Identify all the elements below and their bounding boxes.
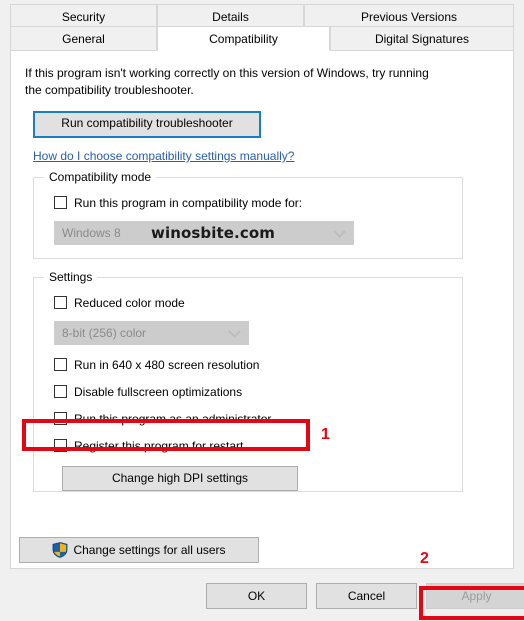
run-640x480-row[interactable]: Run in 640 x 480 screen resolution bbox=[54, 354, 450, 375]
tab-row-lower: General Compatibility Digital Signatures bbox=[10, 26, 514, 51]
tab-compatibility[interactable]: Compatibility bbox=[157, 26, 330, 51]
tab-strip: Security Details Previous Versions Gener… bbox=[0, 0, 524, 51]
site-watermark: winosbite.com bbox=[151, 224, 275, 242]
properties-dialog: Security Details Previous Versions Gener… bbox=[0, 0, 524, 621]
run-in-compatibility-mode-row[interactable]: Run this program in compatibility mode f… bbox=[54, 192, 450, 213]
run-as-administrator-checkbox[interactable] bbox=[54, 412, 67, 425]
uac-shield-icon bbox=[53, 542, 68, 558]
run-in-compatibility-mode-label: Run this program in compatibility mode f… bbox=[74, 195, 303, 210]
chevron-down-icon bbox=[228, 325, 241, 338]
chevron-down-icon bbox=[333, 225, 346, 238]
compatibility-os-value: Windows 8 bbox=[62, 226, 121, 240]
dialog-button-bar: OK Cancel Apply bbox=[0, 569, 524, 621]
register-for-restart-label: Register this program for restart bbox=[74, 438, 244, 453]
reduced-color-mode-row[interactable]: Reduced color mode bbox=[54, 292, 450, 313]
compatibility-settings-help-link[interactable]: How do I choose compatibility settings m… bbox=[33, 149, 294, 163]
run-in-compatibility-mode-checkbox[interactable] bbox=[54, 196, 67, 209]
settings-legend: Settings bbox=[44, 270, 98, 284]
compatibility-mode-group: Compatibility mode Run this program in c… bbox=[33, 170, 463, 259]
change-settings-for-all-users-button[interactable]: Change settings for all users bbox=[19, 537, 259, 563]
tab-digital-signatures[interactable]: Digital Signatures bbox=[330, 26, 514, 51]
run-compatibility-troubleshooter-button[interactable]: Run compatibility troubleshooter bbox=[33, 111, 261, 138]
compatibility-os-combobox[interactable]: Windows 8 winosbite.com bbox=[54, 221, 354, 245]
annotation-number-1: 1 bbox=[321, 426, 330, 443]
change-settings-for-all-users-label: Change settings for all users bbox=[73, 542, 226, 557]
color-depth-combobox[interactable]: 8-bit (256) color bbox=[54, 321, 249, 345]
register-for-restart-row[interactable]: Register this program for restart bbox=[54, 435, 450, 456]
disable-fullscreen-optimizations-checkbox[interactable] bbox=[54, 385, 67, 398]
settings-group: Settings Reduced color mode 8-bit (256) … bbox=[33, 270, 463, 492]
run-640x480-checkbox[interactable] bbox=[54, 358, 67, 371]
change-high-dpi-settings-button[interactable]: Change high DPI settings bbox=[62, 466, 298, 491]
disable-fullscreen-optimizations-row[interactable]: Disable fullscreen optimizations bbox=[54, 381, 450, 402]
apply-button[interactable]: Apply bbox=[426, 583, 524, 609]
tab-general[interactable]: General bbox=[10, 26, 157, 51]
reduced-color-mode-label: Reduced color mode bbox=[74, 295, 185, 310]
register-for-restart-checkbox[interactable] bbox=[54, 439, 67, 452]
intro-text: If this program isn't working correctly … bbox=[25, 66, 429, 97]
compatibility-mode-legend: Compatibility mode bbox=[44, 170, 157, 184]
cancel-button[interactable]: Cancel bbox=[316, 583, 417, 609]
reduced-color-mode-checkbox[interactable] bbox=[54, 296, 67, 309]
ok-button[interactable]: OK bbox=[206, 583, 307, 609]
compatibility-tab-panel: If this program isn't working correctly … bbox=[10, 51, 514, 569]
disable-fullscreen-optimizations-label: Disable fullscreen optimizations bbox=[74, 384, 243, 399]
run-as-administrator-label: Run this program as an administrator bbox=[74, 411, 272, 426]
run-640x480-label: Run in 640 x 480 screen resolution bbox=[74, 357, 260, 372]
annotation-number-2: 2 bbox=[420, 550, 429, 567]
color-depth-value: 8-bit (256) color bbox=[62, 326, 147, 340]
run-as-administrator-row[interactable]: Run this program as an administrator bbox=[54, 408, 450, 429]
